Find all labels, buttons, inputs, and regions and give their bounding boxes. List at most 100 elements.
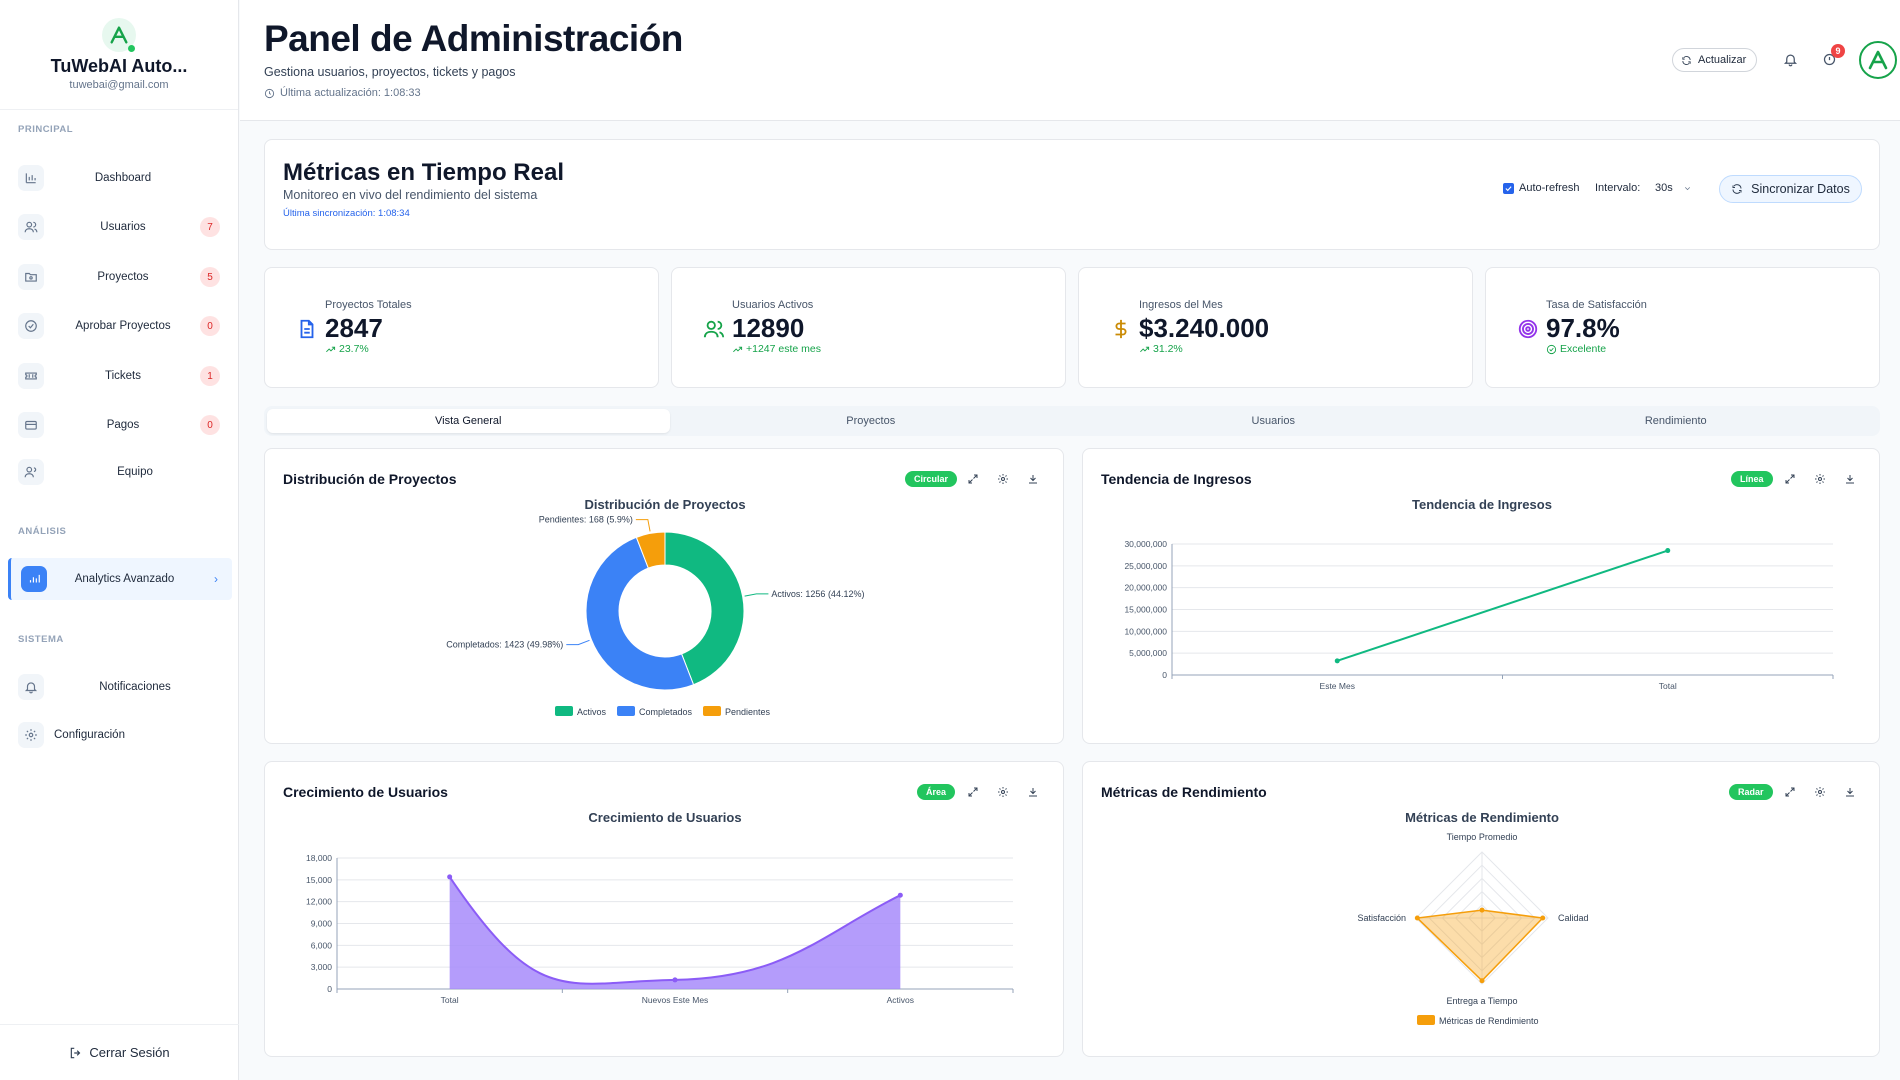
avatar-logo-icon <box>1868 50 1888 70</box>
sidebar-item-proyectos[interactable]: Proyectos 5 <box>8 256 232 298</box>
stat-value: 12890 <box>732 313 805 343</box>
chart-title: Tendencia de Ingresos <box>1412 497 1552 512</box>
settings-button[interactable] <box>1812 784 1828 800</box>
bell-icon <box>1783 54 1797 66</box>
sidebar-item-notificaciones[interactable]: Notificaciones <box>8 666 232 708</box>
chart-card-distribucion-proyectos: Distribución de Proyectos Activos: 1256 (… <box>264 448 1064 744</box>
expand-button[interactable] <box>1782 471 1798 487</box>
sidebar-item-label: Usuarios <box>100 221 146 233</box>
dollar-icon <box>1109 317 1133 341</box>
sidebar-item-analytics-avanzado[interactable]: Analytics Avanzado › <box>8 558 232 600</box>
tab-usuarios[interactable]: Usuarios <box>1072 409 1475 433</box>
stat-trend-text: +1247 este mes <box>746 343 822 355</box>
x-tick-label: Total <box>441 995 459 1005</box>
sidebar-item-label: Proyectos <box>97 271 149 283</box>
chart-card-title: Tendencia de Ingresos <box>1101 471 1252 487</box>
y-tick-label: 18,000 <box>306 853 332 863</box>
x-tick-label: Activos <box>887 995 914 1005</box>
y-tick-label: 3,000 <box>311 962 333 972</box>
section-label-sistema: SISTEMA <box>18 634 64 645</box>
sidebar-count-badge: 7 <box>200 217 220 237</box>
data-point <box>1334 658 1340 664</box>
alerts-button[interactable]: 9 <box>1820 44 1845 68</box>
chart-type-badge: Radar <box>1729 784 1773 800</box>
sidebar-item-aprobar-proyectos[interactable]: Aprobar Proyectos 0 <box>8 305 232 347</box>
document-icon <box>295 317 319 341</box>
sidebar-item-label: Aprobar Proyectos <box>75 320 171 332</box>
slice-leader-line <box>744 593 769 597</box>
stat-label: Usuarios Activos <box>732 299 814 311</box>
data-point <box>1479 907 1485 913</box>
brand-name: TuWebAI Auto... <box>50 56 188 76</box>
legend-swatch <box>617 706 635 716</box>
gear-icon <box>998 474 1008 484</box>
tab-rendimiento[interactable]: Rendimiento <box>1475 409 1878 433</box>
stat-card-proyectos-totales: Proyectos Totales 2847 23.7% <box>264 267 659 388</box>
stat-trend-text: Excelente <box>1560 343 1607 355</box>
stat-value: 97.8% <box>1546 313 1620 343</box>
sidebar-item-label: Equipo <box>117 466 153 478</box>
target-icon <box>1516 317 1540 341</box>
chart-card-title: Distribución de Proyectos <box>283 471 457 487</box>
logout-button[interactable]: Cerrar Sesión <box>0 1024 239 1080</box>
sidebar-item-dashboard[interactable]: Dashboard <box>8 157 232 199</box>
slice-data-label: Activos: 1256 (44.12%) <box>771 589 864 599</box>
interval-select[interactable]: 30s <box>1655 182 1692 194</box>
sidebar-item-equipo[interactable]: Equipo <box>8 451 232 493</box>
auto-refresh-label: Auto-refresh <box>1519 182 1580 194</box>
expand-button[interactable] <box>1782 784 1798 800</box>
stat-trend-text: 23.7% <box>339 343 369 355</box>
chart-card-title: Métricas de Rendimiento <box>1101 784 1267 800</box>
sidebar-item-tickets[interactable]: Tickets 1 <box>8 355 232 397</box>
tab-proyectos[interactable]: Proyectos <box>670 409 1073 433</box>
interval-label: Intervalo: <box>1595 182 1641 194</box>
settings-button[interactable] <box>995 784 1011 800</box>
download-icon <box>1029 475 1037 484</box>
legend-swatch <box>1417 1015 1435 1025</box>
y-tick-label: 0 <box>1162 670 1167 680</box>
bell-icon <box>18 674 44 700</box>
download-button[interactable] <box>1025 471 1041 487</box>
download-icon <box>1846 475 1854 484</box>
expand-button[interactable] <box>965 471 981 487</box>
interval-value: 30s <box>1655 182 1673 194</box>
gear-icon <box>998 787 1008 797</box>
sync-data-button[interactable]: Sincronizar Datos <box>1719 175 1862 203</box>
chart-title: Crecimiento de Usuarios <box>588 810 741 825</box>
download-button[interactable] <box>1842 784 1858 800</box>
stat-value: 2847 <box>325 313 383 343</box>
chart-type-badge: Línea <box>1731 471 1773 487</box>
realtime-metrics-card: Métricas en Tiempo Real Monitoreo en viv… <box>264 139 1880 250</box>
last-updated: Última actualización: 1:08:33 <box>264 87 421 99</box>
sidebar-count-badge: 0 <box>200 415 220 435</box>
chevron-right-icon: › <box>214 572 218 586</box>
stat-card-tasa-de-satisfaccion: Tasa de Satisfacción 97.8% Excelente <box>1485 267 1880 388</box>
sidebar-item-configuracion[interactable]: Configuración <box>8 714 232 756</box>
chart-type-badge: Circular <box>905 471 958 487</box>
tab-vista-general[interactable]: Vista General <box>267 409 670 433</box>
download-button[interactable] <box>1025 784 1041 800</box>
page-title: Panel de Administración <box>264 18 683 59</box>
y-tick-label: 6,000 <box>311 940 333 950</box>
slice-leader-line <box>635 519 651 532</box>
download-button[interactable] <box>1842 471 1858 487</box>
ticket-icon <box>18 363 44 389</box>
settings-button[interactable] <box>995 471 1011 487</box>
avatar[interactable] <box>1859 41 1897 79</box>
notifications-button[interactable] <box>1781 50 1799 68</box>
auto-refresh-checkbox[interactable]: Auto-refresh <box>1503 182 1580 194</box>
settings-button[interactable] <box>1812 471 1828 487</box>
sidebar-item-label: Notificaciones <box>99 681 171 693</box>
expand-button[interactable] <box>965 784 981 800</box>
trending-up-icon <box>326 346 336 352</box>
series-line <box>1336 549 1669 662</box>
sidebar-item-pagos[interactable]: Pagos 0 <box>8 404 232 446</box>
x-tick-label: Este Mes <box>1320 681 1355 691</box>
team-icon <box>18 459 44 485</box>
section-label-analisis: ANÁLISIS <box>18 526 67 537</box>
sidebar-item-usuarios[interactable]: Usuarios 7 <box>8 206 232 248</box>
legend-label: Pendientes <box>725 707 771 717</box>
refresh-button[interactable]: Actualizar <box>1672 48 1758 72</box>
radar-axis-label: Tiempo Promedio <box>1447 832 1518 842</box>
expand-icon <box>968 787 978 797</box>
